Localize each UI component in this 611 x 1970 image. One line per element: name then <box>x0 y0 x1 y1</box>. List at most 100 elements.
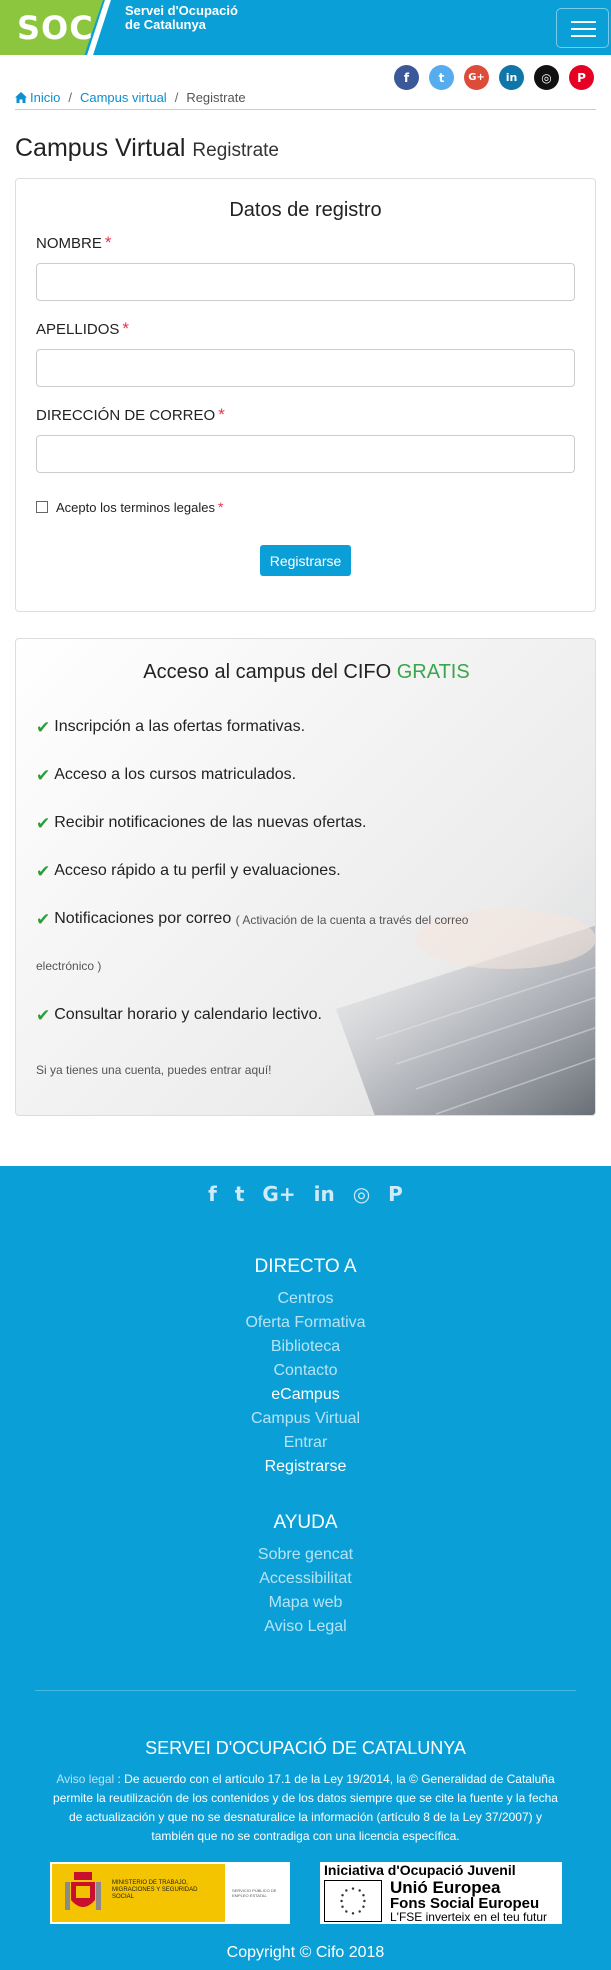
footer-link-mapa-web[interactable]: Mapa web <box>0 1594 611 1612</box>
google-plus-icon[interactable]: G+ <box>464 65 489 90</box>
feature-item: ✔ Inscripción a las ofertas formativas. <box>36 718 305 738</box>
home-icon <box>15 92 27 103</box>
footer-link-registrarse[interactable]: Registrarse <box>0 1458 611 1476</box>
required-mark: * <box>218 405 225 424</box>
social-links-footer: f t G+ in ◎ P <box>0 1182 611 1206</box>
apellidos-label-text: APELLIDOS <box>36 321 120 338</box>
feature-item: ✔ Acceso rápido a tu perfil y evaluacione… <box>36 862 341 882</box>
pinterest-icon[interactable]: P <box>569 65 594 90</box>
feature-item: ✔ Acceso a los cursos matriculados. <box>36 766 296 786</box>
access-title: Acceso al campus del CIFO GRATIS <box>16 661 595 684</box>
instagram-icon[interactable]: ◎ <box>534 65 559 90</box>
copyright: Copyright © Cifo 2018 <box>226 1944 385 1961</box>
twitter-icon[interactable]: t <box>235 1182 245 1206</box>
footer-link-aviso-legal[interactable]: Aviso Legal <box>0 1618 611 1636</box>
linkedin-icon[interactable]: in <box>499 65 524 90</box>
eu-flag-icon <box>324 1880 382 1922</box>
correo-label-text: DIRECCIÓN DE CORREO <box>36 407 216 424</box>
legal-notice: Aviso legal : De acuerdo con el artículo… <box>50 1770 561 1846</box>
feature-item: ✔ Consultar horario y calendario lectivo. <box>36 1006 322 1026</box>
campus-access-panel: Acceso al campus del CIFO GRATIS ✔ Inscri… <box>15 638 596 1116</box>
breadcrumb-home[interactable]: Inicio <box>15 90 60 105</box>
footer-link-accessibilitat[interactable]: Accessibilitat <box>0 1570 611 1588</box>
ministry-name: MINISTERIO DE TRABAJO, MIGRACIONES Y SEG… <box>112 1880 198 1900</box>
org-name-line2: de Catalunya <box>125 17 206 32</box>
nombre-label-text: NOMBRE <box>36 235 102 252</box>
correo-label: DIRECCIÓN DE CORREO * <box>36 405 225 425</box>
facebook-icon[interactable]: f <box>208 1182 217 1206</box>
hamburger-line <box>571 21 596 23</box>
linkedin-icon[interactable]: in <box>314 1182 335 1206</box>
twitter-icon[interactable]: t <box>429 65 454 90</box>
org-name[interactable]: Servei d'Ocupació de Catalunya <box>125 4 238 32</box>
ayuda-heading: AYUDA <box>273 1512 338 1533</box>
check-icon: ✔ <box>36 718 51 738</box>
registration-form: Datos de registro NOMBRE * APELLIDOS * DIR… <box>15 178 596 612</box>
access-title-highlight: GRATIS <box>396 661 470 683</box>
org-name-line1: Servei d'Ocupació <box>125 3 238 18</box>
ministry-logo[interactable]: MINISTERIO DE TRABAJO, MIGRACIONES Y SEG… <box>50 1862 290 1924</box>
pinterest-icon[interactable]: P <box>388 1182 403 1206</box>
terms-label[interactable]: Acepto los terminos legales <box>56 500 215 515</box>
breadcrumb-campus[interactable]: Campus virtual <box>80 90 167 105</box>
breadcrumb-separator: / <box>68 90 72 105</box>
check-icon: ✔ <box>36 814 51 834</box>
footer-link-biblioteca[interactable]: Biblioteca <box>0 1338 611 1356</box>
feature-item: ✔ Notificaciones por correo ( Activación … <box>36 910 468 930</box>
feature-item: ✔ Recibir notificaciones de las nuevas of… <box>36 814 366 834</box>
footer-org-name: SERVEI D'OCUPACIÓ DE CATALUNYA <box>145 1738 466 1758</box>
breadcrumb-separator: / <box>174 90 179 105</box>
breadcrumb: Inicio / Campus virtual / Registrate <box>15 90 596 110</box>
terms-checkbox[interactable] <box>36 501 48 513</box>
hamburger-line <box>571 28 596 30</box>
sepe-name: SERVICIO PÚBLICO DE EMPLEO ESTATAL <box>232 1888 277 1898</box>
eu-initiative-text: Iniciativa d'Ocupació Juvenil <box>324 1862 516 1878</box>
apellidos-input[interactable] <box>36 349 575 387</box>
feature-text: Acceso rápido a tu perfil y evaluaciones… <box>54 862 341 879</box>
hamburger-line <box>571 35 596 37</box>
footer-link-oferta[interactable]: Oferta Formativa <box>0 1314 611 1332</box>
email-input[interactable] <box>36 435 575 473</box>
apellidos-label: APELLIDOS * <box>36 319 129 339</box>
page-title-sub: Registrate <box>192 140 280 161</box>
footer-link-ecampus[interactable]: eCampus <box>0 1386 611 1404</box>
laptop-keyboard-image <box>336 909 595 1115</box>
eu-logo[interactable]: Iniciativa d'Ocupació Juvenil Unió Europ… <box>320 1862 562 1924</box>
soc-logo[interactable]: SOC <box>17 9 94 47</box>
form-title: Datos de registro <box>229 199 382 221</box>
footer-link-contacto[interactable]: Contacto <box>0 1362 611 1380</box>
access-title-text: Acceso al campus del CIFO <box>143 661 392 683</box>
required-mark: * <box>217 499 224 515</box>
footer-link-campus-virtual[interactable]: Campus Virtual <box>0 1410 611 1428</box>
feature-note: ( Activación de la cuenta a través del c… <box>235 913 469 927</box>
nombre-input[interactable] <box>36 263 575 301</box>
footer-link-entrar[interactable]: Entrar <box>0 1434 611 1452</box>
breadcrumb-current: Registrate <box>186 90 246 105</box>
hamburger-menu-button[interactable] <box>556 8 609 48</box>
legal-link[interactable]: Aviso legal <box>56 1772 114 1786</box>
page-title: Campus Virtual Registrate <box>15 134 279 163</box>
facebook-icon[interactable]: f <box>394 65 419 90</box>
footer-link-centros[interactable]: Centros <box>0 1290 611 1308</box>
required-mark: * <box>122 319 129 338</box>
footer-link-sobre-gencat[interactable]: Sobre gencat <box>0 1546 611 1564</box>
site-header: SOC Servei d'Ocupació de Catalunya <box>0 0 611 55</box>
terms-row: Acepto los terminos legales * <box>36 499 223 515</box>
feature-text: Recibir notificaciones de las nuevas ofe… <box>54 814 367 831</box>
feature-text: Notificaciones por correo <box>54 910 232 927</box>
instagram-icon[interactable]: ◎ <box>353 1182 370 1206</box>
login-link[interactable]: Si ya tienes una cuenta, puedes entrar a… <box>36 1063 272 1077</box>
register-button[interactable]: Registrarse <box>260 545 351 576</box>
check-icon: ✔ <box>36 1006 51 1026</box>
nombre-label: NOMBRE * <box>36 233 111 253</box>
check-icon: ✔ <box>36 766 51 786</box>
feature-text: Consultar horario y calendario lectivo. <box>54 1006 322 1023</box>
coat-of-arms-icon <box>65 1872 101 1910</box>
check-icon: ✔ <box>36 862 51 882</box>
google-plus-icon[interactable]: G+ <box>262 1182 295 1206</box>
ministry-logo-yellow: MINISTERIO DE TRABAJO, MIGRACIONES Y SEG… <box>52 1864 225 1922</box>
footer-divider <box>35 1690 576 1691</box>
feature-text: Acceso a los cursos matriculados. <box>54 766 297 783</box>
eu-motto-text: L'FSE inverteix en el teu futur <box>390 1910 548 1924</box>
check-icon: ✔ <box>36 910 51 930</box>
